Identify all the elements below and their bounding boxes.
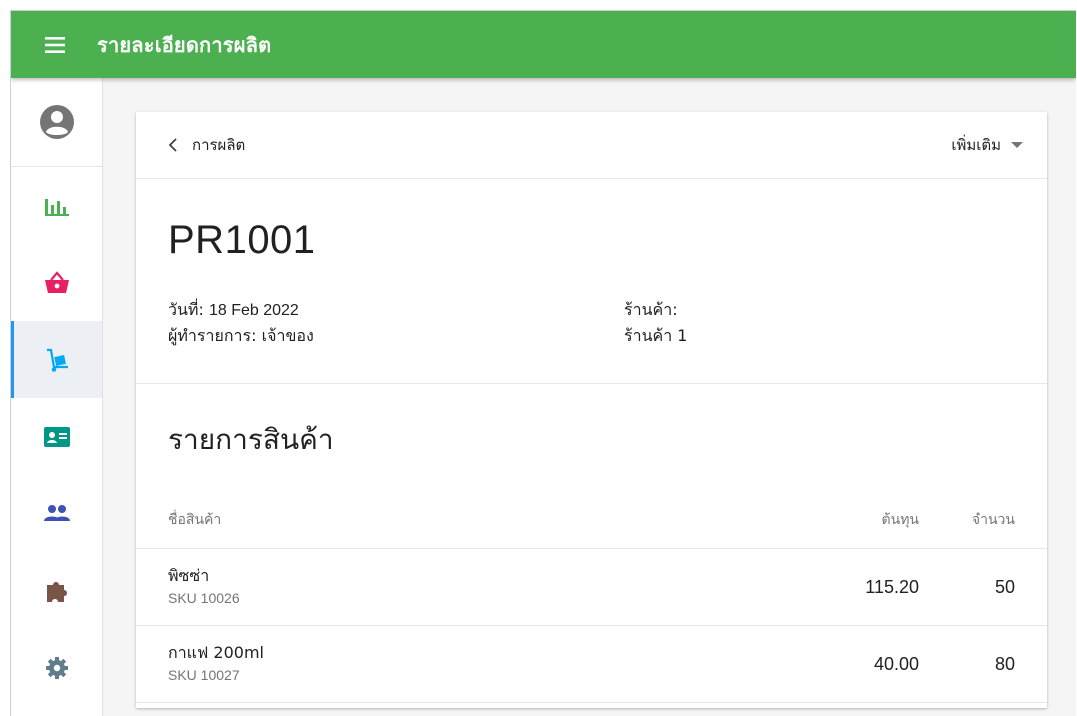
- date-value: 18 Feb 2022: [208, 302, 299, 319]
- date-label: วันที่:: [168, 300, 204, 319]
- column-header-cost: ต้นทุน: [881, 512, 919, 528]
- basket-icon: [44, 270, 69, 293]
- sidebar-item-reports[interactable]: [11, 167, 102, 244]
- sidebar-item-production[interactable]: [11, 321, 102, 398]
- page-title: รายละเอียดการผลิต: [97, 32, 272, 57]
- creator-value: เจ้าของ: [261, 326, 314, 345]
- sidebar-item-settings[interactable]: [11, 629, 102, 706]
- sidebar-item-users[interactable]: [11, 475, 102, 552]
- table-row[interactable]: พิซซ่า SKU 10026 115.20 50: [136, 549, 1047, 626]
- chevron-down-icon: [1011, 142, 1023, 148]
- gear-icon: [45, 656, 68, 679]
- app-bar: รายละเอียดการผลิต: [11, 11, 1076, 78]
- document-number: PR1001: [168, 218, 316, 262]
- people-icon: [43, 504, 70, 521]
- store-value: ร้านค้า 1: [624, 326, 688, 345]
- column-header-qty: จำนวน: [971, 512, 1015, 528]
- product-name: พิซซ่า: [168, 566, 210, 585]
- sidebar-item-contacts[interactable]: [11, 398, 102, 475]
- more-dropdown[interactable]: เพิ่มเติม: [951, 133, 1023, 157]
- card-header: การผลิต เพิ่มเติม: [136, 112, 1047, 179]
- sidebar: [11, 78, 103, 716]
- hand-truck-icon: [46, 348, 68, 372]
- creator-label: ผู้ทำรายการ:: [168, 326, 257, 345]
- product-name: กาแฟ 200ml: [168, 643, 264, 662]
- chevron-left-icon: [168, 138, 177, 152]
- sidebar-item-addons[interactable]: [11, 552, 102, 629]
- product-cost: 115.20: [865, 576, 919, 597]
- product-sku: SKU 10027: [168, 667, 240, 683]
- contact-card-icon: [43, 426, 70, 447]
- puzzle-icon: [46, 581, 67, 602]
- product-cost: 40.00: [873, 653, 919, 674]
- user-avatar-icon[interactable]: [11, 78, 102, 167]
- back-label: การผลิต: [192, 136, 246, 154]
- more-label: เพิ่มเติม: [951, 136, 1001, 154]
- items-title: รายการสินค้า: [168, 423, 334, 456]
- back-button[interactable]: การผลิต: [168, 133, 245, 157]
- menu-icon[interactable]: [35, 25, 75, 65]
- store-label: ร้านค้า:: [624, 300, 678, 319]
- items-table-header: ชื่อสินค้า ต้นทุน จำนวน: [136, 492, 1047, 549]
- document-meta: วันที่: 18 Feb 2022 ร้านค้า: ผู้ทำรายการ…: [168, 297, 1008, 348]
- product-qty: 80: [994, 653, 1015, 674]
- table-row[interactable]: กาแฟ 200ml SKU 10027 40.00 80: [136, 626, 1047, 703]
- product-qty: 50: [994, 576, 1015, 597]
- sidebar-item-sales[interactable]: [11, 244, 102, 321]
- app-window: รายละเอียดการผลิต การผลิต เพิ่มเติม PR10…: [10, 10, 1076, 716]
- bar-chart-icon: [44, 198, 69, 216]
- document-summary: PR1001 วันที่: 18 Feb 2022 ร้านค้า: ผู้ท…: [136, 179, 1047, 384]
- product-sku: SKU 10026: [168, 590, 240, 606]
- column-header-name: ชื่อสินค้า: [168, 512, 222, 528]
- production-detail-card: การผลิต เพิ่มเติม PR1001 วันที่: 18 Feb …: [136, 112, 1047, 708]
